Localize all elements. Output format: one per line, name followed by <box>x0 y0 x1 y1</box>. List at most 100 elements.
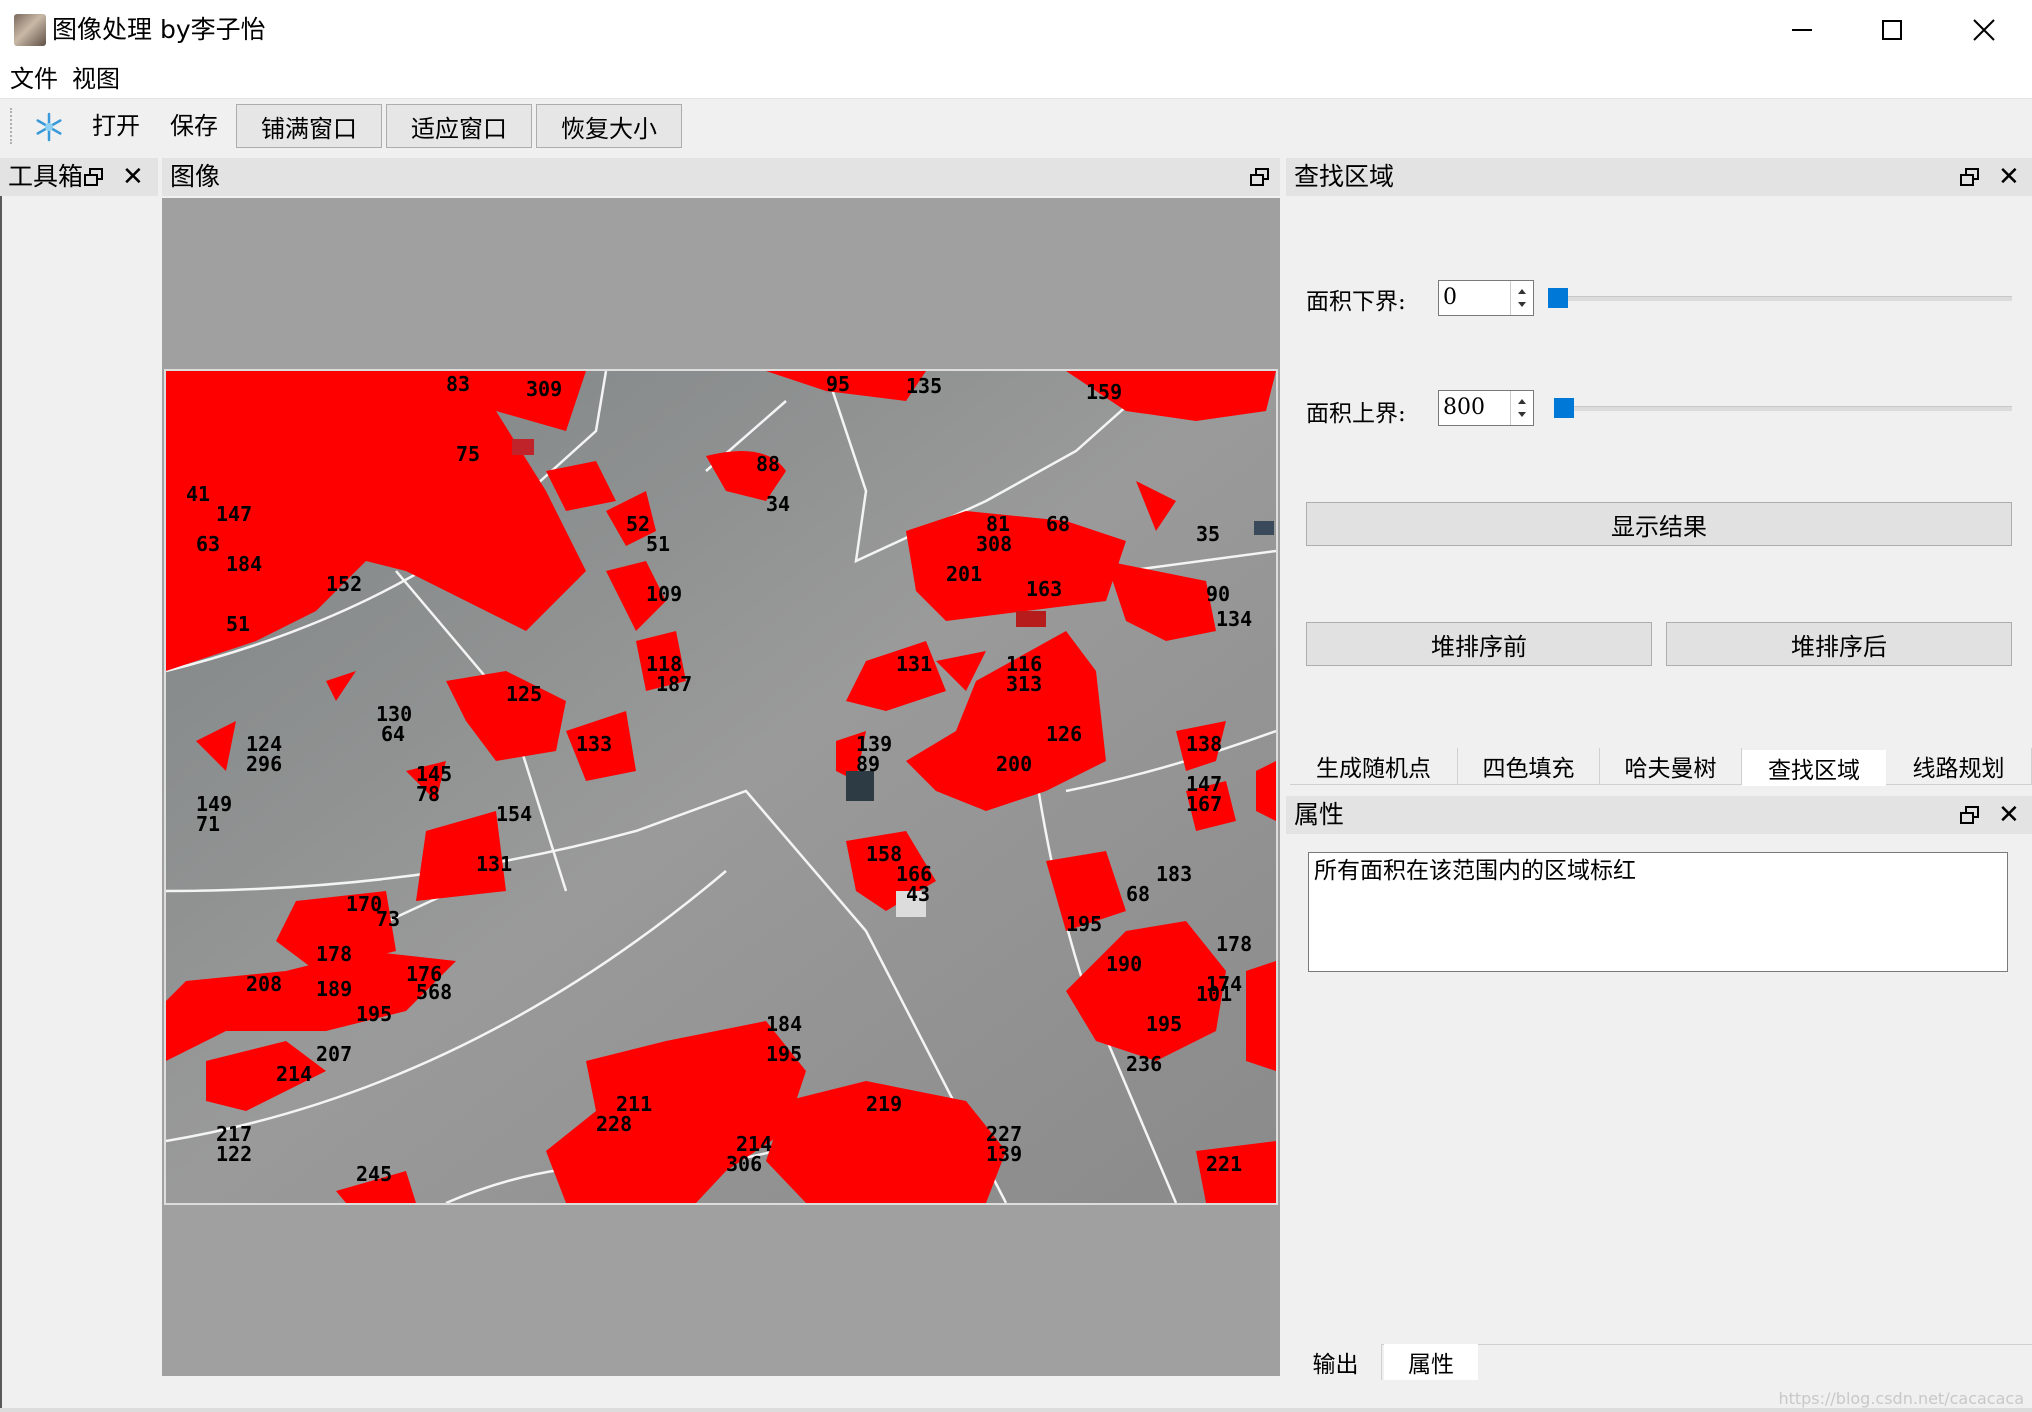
svg-text:568: 568 <box>416 980 452 1004</box>
tab-output[interactable]: 输出 <box>1290 1344 1382 1380</box>
image-dock-header[interactable]: 图像 <box>162 158 1280 196</box>
maximize-icon <box>1882 20 1902 40</box>
find-region-close-icon[interactable]: ✕ <box>1998 164 2020 190</box>
svg-text:83: 83 <box>446 372 470 396</box>
svg-text:221: 221 <box>1206 1152 1242 1176</box>
svg-text:68: 68 <box>1046 512 1070 536</box>
app-icon <box>14 14 46 46</box>
tab-find-region[interactable]: 查找区域 <box>1742 750 1886 786</box>
tab-properties[interactable]: 属性 <box>1384 1344 1478 1380</box>
heap-sort-before-button[interactable]: 堆排序前 <box>1306 622 1652 666</box>
svg-text:95: 95 <box>826 372 850 396</box>
properties-text: 所有面积在该范围内的区域标红 <box>1314 858 1636 884</box>
tab-route-planning[interactable]: 线路规划 <box>1886 748 2032 784</box>
tab-random-points[interactable]: 生成随机点 <box>1290 748 1458 784</box>
menu-file[interactable]: 文件 <box>10 64 58 94</box>
svg-text:35: 35 <box>1196 522 1220 546</box>
area-lower-slider-track[interactable] <box>1548 296 2012 301</box>
area-lower-slider-handle[interactable] <box>1548 288 1568 308</box>
area-upper-spinbox[interactable]: 800 <box>1438 390 1534 426</box>
float-icon[interactable] <box>84 168 104 190</box>
area-upper-label: 面积上界: <box>1306 401 1406 427</box>
svg-text:75: 75 <box>456 442 480 466</box>
toolbox-panel <box>0 196 158 1412</box>
svg-text:208: 208 <box>246 972 282 996</box>
svg-text:195: 195 <box>356 1002 392 1026</box>
minimize-button[interactable] <box>1756 0 1848 60</box>
find-region-dock-title: 查找区域 <box>1294 162 1395 191</box>
svg-text:187: 187 <box>656 672 692 696</box>
svg-text:71: 71 <box>196 812 220 836</box>
svg-text:41: 41 <box>186 482 210 506</box>
svg-text:195: 195 <box>1146 1012 1182 1036</box>
svg-text:147: 147 <box>216 502 252 526</box>
svg-text:101: 101 <box>1196 982 1232 1006</box>
toolbar-grip[interactable] <box>10 108 15 144</box>
svg-text:73: 73 <box>376 907 400 931</box>
open-button[interactable]: 打开 <box>92 110 140 142</box>
svg-text:51: 51 <box>226 612 250 636</box>
svg-text:178: 178 <box>1216 932 1252 956</box>
float-icon[interactable] <box>1250 168 1270 190</box>
fit-window-button[interactable]: 适应窗口 <box>386 104 532 148</box>
svg-text:183: 183 <box>1156 862 1192 886</box>
svg-text:126: 126 <box>1046 722 1082 746</box>
area-lower-label: 面积下界: <box>1306 289 1406 315</box>
svg-text:90: 90 <box>1206 582 1230 606</box>
svg-text:43: 43 <box>906 882 930 906</box>
svg-text:178: 178 <box>316 942 352 966</box>
svg-text:189: 189 <box>316 977 352 1001</box>
close-icon <box>1973 19 1995 41</box>
tab-four-color[interactable]: 四色填充 <box>1458 748 1600 784</box>
processed-image[interactable]: 83 309 95 135 159 75 41 147 63 184 152 51 52 51 88 3… <box>164 369 1278 1205</box>
spin-arrows-icon[interactable] <box>1510 391 1533 425</box>
find-region-dock-header[interactable]: 查找区域 <box>1286 158 2032 196</box>
properties-dock-header[interactable]: 属性 <box>1286 796 2032 834</box>
svg-text:236: 236 <box>1126 1052 1162 1076</box>
svg-text:184: 184 <box>226 552 262 576</box>
snowflake-icon[interactable] <box>34 112 64 142</box>
maximize-button[interactable] <box>1846 0 1938 60</box>
area-upper-slider-handle[interactable] <box>1554 398 1574 418</box>
svg-text:154: 154 <box>496 802 532 826</box>
svg-text:245: 245 <box>356 1162 392 1186</box>
show-result-button[interactable]: 显示结果 <box>1306 502 2012 546</box>
svg-text:190: 190 <box>1106 952 1142 976</box>
svg-text:125: 125 <box>506 682 542 706</box>
float-icon[interactable] <box>1960 806 1980 828</box>
svg-text:167: 167 <box>1186 792 1222 816</box>
svg-text:135: 135 <box>906 374 942 398</box>
heap-sort-after-button[interactable]: 堆排序后 <box>1666 622 2012 666</box>
minimize-icon <box>1792 29 1812 31</box>
close-button[interactable] <box>1938 0 2030 60</box>
toolbox-close-icon[interactable]: ✕ <box>122 164 144 190</box>
area-upper-slider-track[interactable] <box>1554 406 2012 411</box>
svg-text:139: 139 <box>986 1142 1022 1166</box>
tab-huffman[interactable]: 哈夫曼树 <box>1600 748 1742 784</box>
save-button[interactable]: 保存 <box>170 110 218 142</box>
menu-bar <box>0 60 2032 98</box>
svg-text:63: 63 <box>196 532 220 556</box>
svg-text:68: 68 <box>1126 882 1150 906</box>
svg-text:134: 134 <box>1216 607 1252 631</box>
restore-size-button[interactable]: 恢复大小 <box>536 104 682 148</box>
svg-text:296: 296 <box>246 752 282 776</box>
svg-text:138: 138 <box>1186 732 1222 756</box>
svg-text:88: 88 <box>756 452 780 476</box>
menu-view[interactable]: 视图 <box>72 64 120 94</box>
svg-text:78: 78 <box>416 782 440 806</box>
svg-text:201: 201 <box>946 562 982 586</box>
status-edge <box>0 1408 2032 1412</box>
area-upper-value: 800 <box>1443 395 1485 420</box>
float-icon[interactable] <box>1960 168 1980 190</box>
spin-arrows-icon[interactable] <box>1510 281 1533 315</box>
toolbox-dock-title: 工具箱 <box>8 162 84 191</box>
svg-text:131: 131 <box>476 852 512 876</box>
svg-text:152: 152 <box>326 572 362 596</box>
area-lower-spinbox[interactable]: 0 <box>1438 280 1534 316</box>
svg-text:207: 207 <box>316 1042 352 1066</box>
fill-window-button[interactable]: 铺满窗口 <box>236 104 382 148</box>
watermark: https://blog.csdn.net/cacacaca <box>1778 1389 2024 1408</box>
svg-text:313: 313 <box>1006 672 1042 696</box>
properties-close-icon[interactable]: ✕ <box>1998 802 2020 828</box>
